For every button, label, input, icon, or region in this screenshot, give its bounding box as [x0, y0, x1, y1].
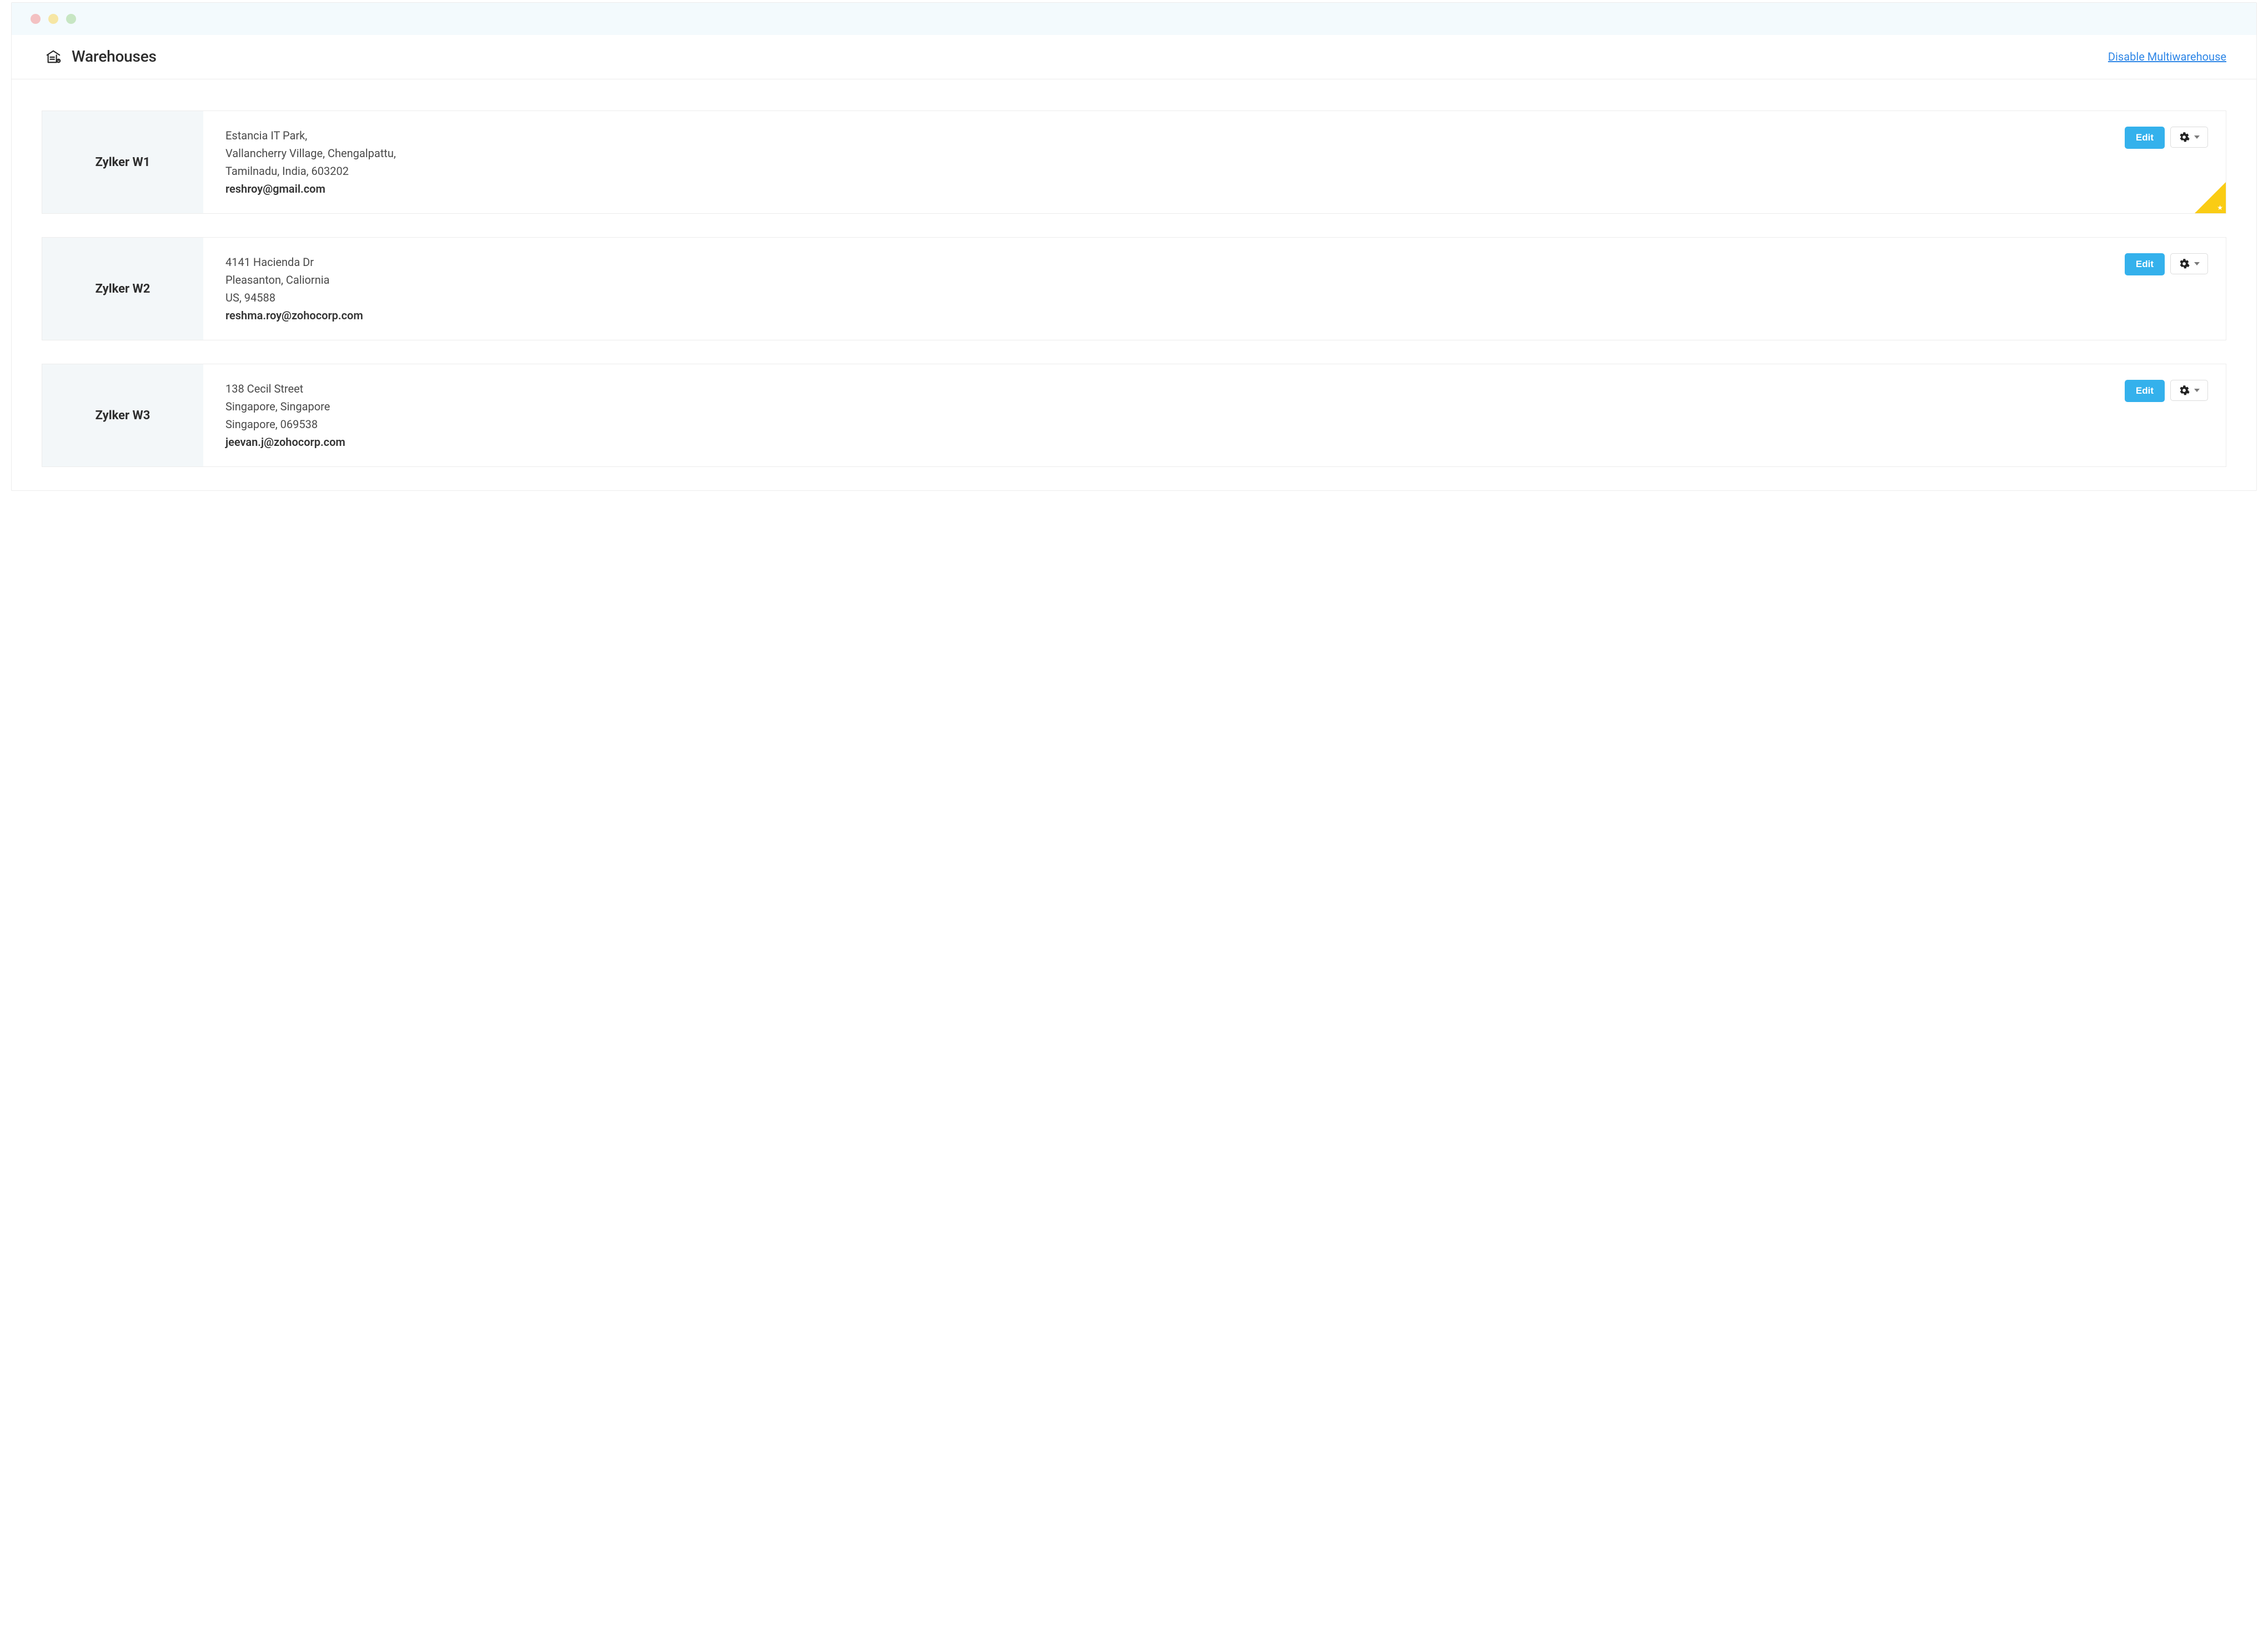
warehouse-icon	[45, 48, 62, 65]
warehouse-card: Zylker W3 138 Cecil Street Singapore, Si…	[42, 364, 2226, 467]
settings-dropdown-button[interactable]	[2170, 253, 2208, 274]
window-close-dot[interactable]	[31, 14, 41, 24]
chevron-down-icon	[2194, 262, 2200, 265]
chevron-down-icon	[2194, 135, 2200, 139]
warehouse-email: reshma.roy@zohocorp.com	[225, 307, 363, 324]
edit-button[interactable]: Edit	[2125, 127, 2165, 149]
gear-icon	[2179, 258, 2190, 269]
address-line: Tamilnadu, India, 603202	[225, 162, 396, 180]
disable-multiwarehouse-link[interactable]: Disable Multiwarehouse	[2108, 50, 2226, 63]
address-line: US, 94588	[225, 289, 363, 307]
address-line: 4141 Hacienda Dr	[225, 253, 363, 271]
address-line: Vallancherry Village, Chengalpattu,	[225, 144, 396, 162]
warehouses-window: Warehouses Disable Multiwarehouse Zylker…	[11, 2, 2257, 491]
warehouse-address: Estancia IT Park, Vallancherry Village, …	[225, 127, 396, 198]
address-line: Estancia IT Park,	[225, 127, 396, 144]
chevron-down-icon	[2194, 389, 2200, 392]
warehouse-name: Zylker W3	[42, 364, 203, 466]
settings-dropdown-button[interactable]	[2170, 127, 2208, 148]
warehouse-address: 4141 Hacienda Dr Pleasanton, Caliornia U…	[225, 253, 363, 324]
gear-icon	[2179, 385, 2190, 396]
window-maximize-dot[interactable]	[66, 14, 76, 24]
window-minimize-dot[interactable]	[48, 14, 58, 24]
address-line: Pleasanton, Caliornia	[225, 271, 363, 289]
star-icon: ★	[2217, 204, 2223, 211]
page-title: Warehouses	[72, 47, 157, 66]
address-line: 138 Cecil Street	[225, 380, 345, 398]
warehouse-card: Zylker W1 Estancia IT Park, Vallancherry…	[42, 111, 2226, 214]
warehouse-name: Zylker W1	[42, 111, 203, 213]
warehouse-email: jeevan.j@zohocorp.com	[225, 433, 345, 451]
warehouse-card: Zylker W2 4141 Hacienda Dr Pleasanton, C…	[42, 237, 2226, 340]
gear-icon	[2179, 132, 2190, 143]
warehouse-address: 138 Cecil Street Singapore, Singapore Si…	[225, 380, 345, 451]
warehouse-email: reshroy@gmail.com	[225, 180, 396, 198]
address-line: Singapore, Singapore	[225, 398, 345, 415]
page-header: Warehouses Disable Multiwarehouse	[12, 35, 2256, 79]
edit-button[interactable]: Edit	[2125, 380, 2165, 402]
settings-dropdown-button[interactable]	[2170, 380, 2208, 401]
warehouse-list: Zylker W1 Estancia IT Park, Vallancherry…	[12, 79, 2256, 467]
edit-button[interactable]: Edit	[2125, 253, 2165, 275]
warehouse-name: Zylker W2	[42, 238, 203, 340]
address-line: Singapore, 069538	[225, 415, 345, 433]
window-titlebar	[12, 3, 2256, 35]
